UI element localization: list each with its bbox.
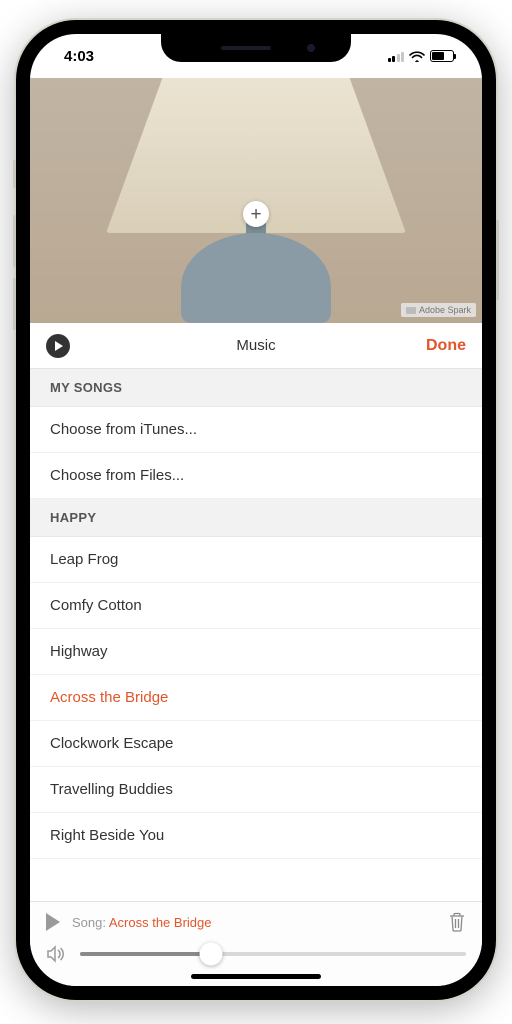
phone-notch	[161, 34, 351, 62]
song-row[interactable]: Clockwork Escape	[30, 721, 482, 767]
song-row[interactable]: Leap Frog	[30, 537, 482, 583]
volume-icon	[46, 945, 66, 963]
cover-image: + Adobe Spark	[30, 78, 482, 323]
song-row[interactable]: Highway	[30, 629, 482, 675]
now-playing-label: Song:	[72, 915, 109, 930]
row-choose-files[interactable]: Choose from Files...	[30, 453, 482, 499]
home-indicator[interactable]	[191, 974, 321, 979]
add-media-button[interactable]: +	[243, 201, 269, 227]
volume-slider[interactable]	[80, 944, 466, 964]
song-row[interactable]: Travelling Buddies	[30, 767, 482, 813]
song-row-selected[interactable]: Across the Bridge	[30, 675, 482, 721]
music-list[interactable]: MY SONGS Choose from iTunes... Choose fr…	[30, 369, 482, 901]
song-row[interactable]: Comfy Cotton	[30, 583, 482, 629]
play-preview-button[interactable]	[46, 334, 70, 358]
toolbar-title: Music	[30, 337, 482, 354]
done-button[interactable]: Done	[426, 337, 466, 355]
now-playing-song: Across the Bridge	[109, 915, 212, 930]
phone-frame: 4:03 + Adobe Spark Music Done	[16, 20, 496, 1000]
row-choose-itunes[interactable]: Choose from iTunes...	[30, 407, 482, 453]
volume-thumb[interactable]	[200, 943, 223, 966]
music-toolbar: Music Done	[30, 323, 482, 369]
wifi-icon	[409, 50, 425, 62]
section-header-mysongs: MY SONGS	[30, 369, 482, 407]
cellular-signal-icon	[388, 51, 405, 62]
battery-icon	[430, 50, 454, 62]
song-row[interactable]: Right Beside You	[30, 813, 482, 859]
watermark-text: Adobe Spark	[419, 305, 471, 315]
now-playing-text: Song: Across the Bridge	[72, 915, 211, 930]
section-header-happy: HAPPY	[30, 499, 482, 537]
status-time: 4:03	[64, 48, 94, 65]
watermark-badge: Adobe Spark	[401, 303, 476, 317]
volume-fill	[80, 952, 211, 956]
delete-song-button[interactable]	[448, 912, 466, 932]
play-button[interactable]	[46, 913, 60, 931]
